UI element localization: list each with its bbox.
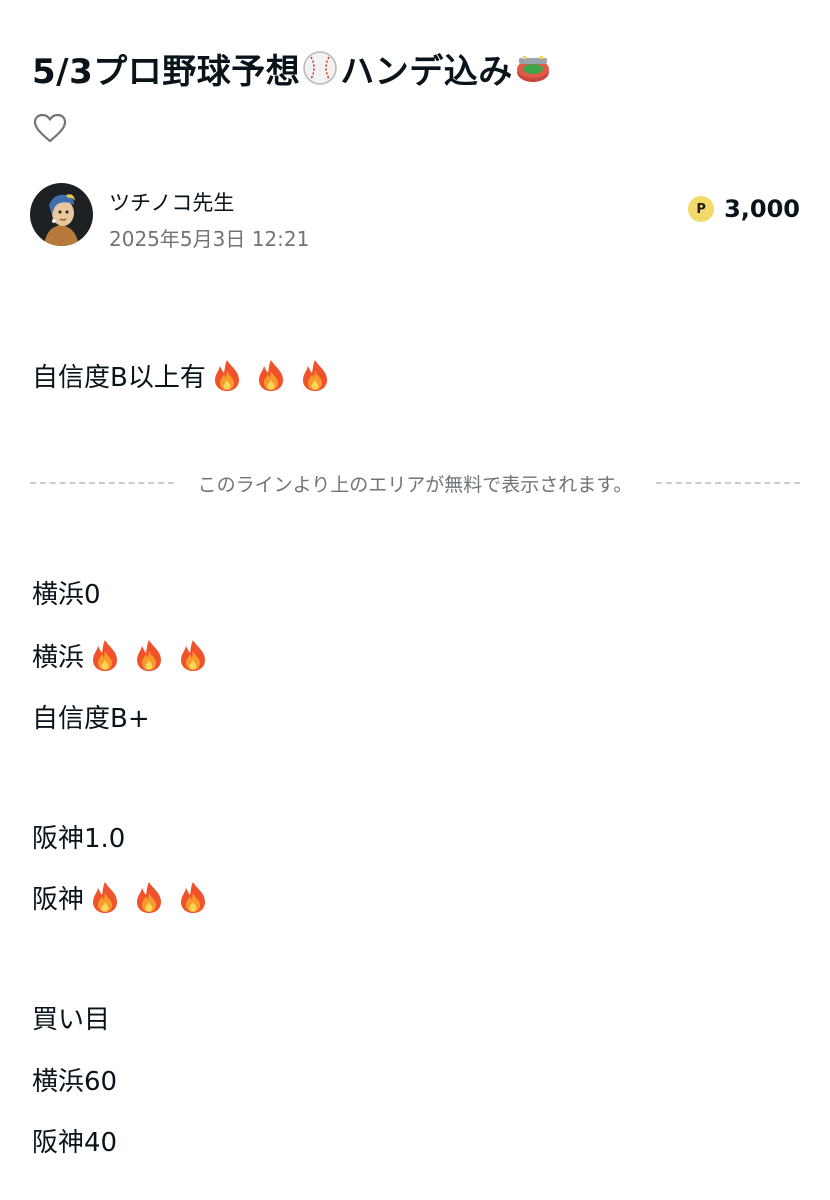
baseball-emoji-icon <box>303 51 337 85</box>
flame-group <box>88 638 210 672</box>
paid-body-line: 阪神1.0 <box>32 816 125 856</box>
title-text-tail: ハンデ込み <box>340 51 513 92</box>
fire-emoji-icon <box>93 640 118 671</box>
paywall-notice: このラインより上のエリアが無料で表示されます。 <box>197 473 633 496</box>
price-tag: P 3,000 <box>688 195 800 223</box>
author-block: ツチノコ先生 2025年5月3日 12:21 P 3,000 <box>30 183 800 251</box>
fire-emoji-icon <box>181 640 206 671</box>
paid-body-line: 横浜 <box>32 635 210 675</box>
body-text: 自信度B以上有 <box>32 362 206 393</box>
author-name[interactable]: ツチノコ先生 <box>109 187 234 217</box>
fire-emoji-icon <box>302 360 327 391</box>
title-text-main: 5/3プロ野球予想 <box>32 51 301 92</box>
body-text: 阪神40 <box>32 1127 118 1158</box>
avatar-portrait-icon <box>30 183 93 246</box>
heart-outline-icon <box>33 113 67 143</box>
paid-body-line: 自信度B+ <box>32 696 150 736</box>
paid-body-line: 阪神 <box>32 877 210 917</box>
body-text: 横浜60 <box>32 1066 118 1097</box>
body-text: 横浜 <box>32 642 85 673</box>
fire-emoji-icon <box>181 882 206 913</box>
divider-dash-left <box>30 482 174 484</box>
like-button[interactable] <box>30 108 70 148</box>
article-title: 5/3プロ野球予想 ハンデ込み <box>32 40 802 96</box>
author-avatar[interactable] <box>30 183 93 246</box>
body-text: 阪神1.0 <box>32 823 126 854</box>
fire-emoji-icon <box>137 882 162 913</box>
flame-group <box>210 358 332 392</box>
free-body-line: 自信度B以上有 <box>32 355 332 395</box>
paywall-divider: このラインより上のエリアが無料で表示されます。 <box>30 470 801 496</box>
paid-body-line: 横浜60 <box>32 1059 117 1099</box>
post-date: 2025年5月3日 12:21 <box>109 227 310 251</box>
body-text: 自信度B+ <box>32 703 150 734</box>
flame-group <box>88 880 210 914</box>
fire-emoji-icon <box>258 360 283 391</box>
paid-body-line: 買い目 <box>32 997 110 1037</box>
point-coin-icon: P <box>688 196 715 222</box>
paid-body-line: 阪神40 <box>32 1120 117 1160</box>
stadium-emoji-icon <box>516 56 549 82</box>
paid-body-line: 横浜0 <box>32 572 101 612</box>
fire-emoji-icon <box>214 360 239 391</box>
price-value: 3,000 <box>724 195 800 223</box>
divider-dash-right <box>656 482 801 484</box>
article-page: 5/3プロ野球予想 ハンデ込み ツチノコ先生 2025年5月3日 12:21 P… <box>0 0 830 1200</box>
body-text: 阪神 <box>32 884 85 915</box>
fire-emoji-icon <box>93 882 118 913</box>
fire-emoji-icon <box>137 640 162 671</box>
body-text: 買い目 <box>32 1004 111 1035</box>
body-text: 横浜0 <box>32 579 101 610</box>
